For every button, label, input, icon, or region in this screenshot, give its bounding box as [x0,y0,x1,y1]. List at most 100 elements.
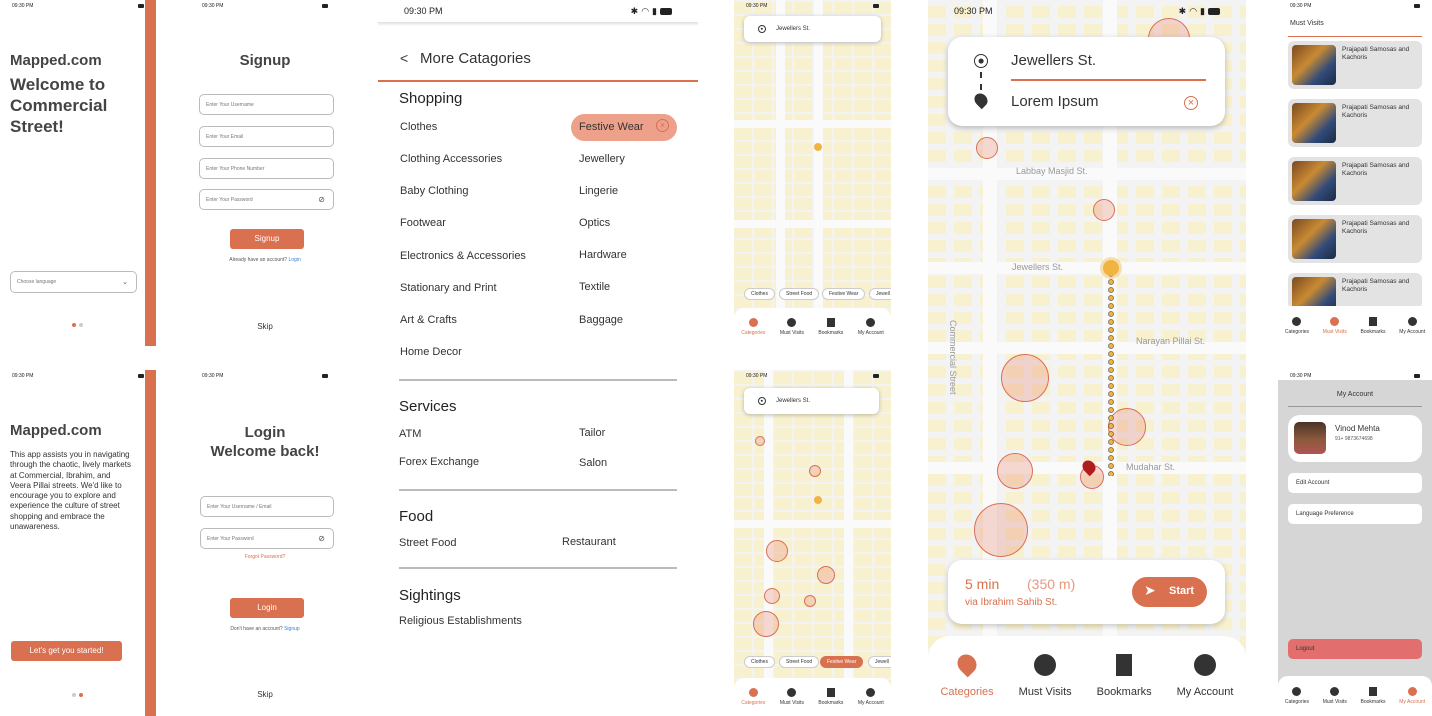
category-atm[interactable]: ATM [399,428,421,440]
map-hotspot[interactable] [804,595,816,607]
nav-must-visits[interactable]: Must Visits [1019,654,1072,698]
language-preference-button[interactable]: Language Preference [1288,504,1422,524]
get-started-button[interactable]: Let's get you started! [11,641,122,661]
chip-street-food[interactable]: Street Food [779,656,820,668]
category-optics[interactable]: Optics [579,217,610,229]
map-hotspot[interactable] [974,503,1028,557]
nav-categories[interactable]: Categories [1285,687,1309,705]
must-visit-card[interactable]: Prajapati Samosas and Kachoris [1288,41,1422,89]
category-clothes[interactable]: Clothes [400,121,437,133]
eye-off-icon[interactable]: ⊘ [318,534,325,543]
forgot-password-link[interactable]: Forgot Password? [190,554,340,560]
map-hotspot[interactable] [817,566,835,584]
chip-festive-wear[interactable]: Festive Wear [822,288,866,300]
close-icon[interactable]: × [1184,96,1198,110]
destination-input[interactable]: Lorem Ipsum [1011,93,1099,110]
password-field[interactable]: Enter Your Password ⊘ [199,189,334,210]
nav-must-visits[interactable]: Must Visits [780,318,804,336]
must-visit-card[interactable]: Prajapati Samosas and Kachoris [1288,215,1422,263]
map-hotspot[interactable] [976,137,998,159]
map-hotspot[interactable] [1001,354,1049,402]
category-electronics[interactable]: Electronics & Accessories [400,250,526,262]
map-hotspot[interactable] [1093,199,1115,221]
login-link[interactable]: Login [288,257,300,263]
nav-my-account[interactable]: My Account [858,318,884,336]
map-marker-icon[interactable] [814,143,822,151]
origin-input[interactable]: Jewellers St. [1011,52,1096,69]
chip-festive-wear-selected[interactable]: Festive Wear [820,656,864,668]
profile-card[interactable]: Vinod Mehta 91+ 9873674698 [1288,415,1422,462]
chip-jewellery[interactable]: Jewell [868,656,891,668]
email-field[interactable]: Enter Your Email [199,126,334,147]
category-baggage[interactable]: Baggage [579,314,623,326]
nav-bookmarks[interactable]: Bookmarks [1361,687,1386,705]
category-textile[interactable]: Textile [579,281,610,293]
search-card[interactable]: Jewellers St. [744,16,881,42]
category-street-food[interactable]: Street Food [399,537,456,549]
category-home-decor[interactable]: Home Decor [400,346,462,358]
chip-jewellery[interactable]: Jewell [869,288,891,300]
category-stationary[interactable]: Stationary and Print [400,282,497,294]
map-marker-icon[interactable] [814,496,822,504]
logout-button[interactable]: Logout [1288,639,1422,659]
category-hardware[interactable]: Hardware [579,249,627,261]
nav-must-visits[interactable]: Must Visits [780,688,804,706]
signup-link[interactable]: Signup [284,626,300,632]
nav-categories[interactable]: Categories [1285,317,1309,335]
category-art-crafts[interactable]: Art & Crafts [400,314,457,326]
language-select[interactable]: Choose language ⌄ [10,271,137,293]
must-visit-card[interactable]: Prajapati Samosas and Kachoris [1288,273,1422,309]
nav-bookmarks[interactable]: Bookmarks [1097,654,1152,698]
edit-account-button[interactable]: Edit Account [1288,473,1422,493]
nav-bookmarks[interactable]: Bookmarks [818,318,843,336]
category-tailor[interactable]: Tailor [579,427,605,439]
username-field[interactable]: Enter Your Username / Email [200,496,334,517]
origin-marker-icon[interactable] [1103,260,1119,276]
chip-street-food[interactable]: Street Food [779,288,820,300]
nav-must-visits[interactable]: Must Visits [1323,317,1347,335]
nav-my-account[interactable]: My Account [1177,654,1233,698]
category-footwear[interactable]: Footwear [400,217,446,229]
must-visit-card[interactable]: Prajapati Samosas and Kachoris [1288,99,1422,147]
nav-bookmarks[interactable]: Bookmarks [1361,317,1386,335]
nav-my-account[interactable]: My Account [1399,687,1425,705]
phone-field[interactable]: Enter Your Phone Number [199,158,334,179]
category-forex[interactable]: Forex Exchange [399,456,479,468]
login-button[interactable]: Login [230,598,304,618]
start-button[interactable]: ➤ Start [1132,577,1207,607]
category-clothing-accessories[interactable]: Clothing Accessories [400,153,502,165]
map-hotspot[interactable] [764,588,780,604]
category-religious[interactable]: Religious Establishments [399,615,522,627]
nav-my-account[interactable]: My Account [858,688,884,706]
map-hotspot[interactable] [755,436,765,446]
map-hotspot[interactable] [753,611,779,637]
username-field[interactable]: Enter Your Username [199,94,334,115]
eye-off-icon[interactable]: ⊘ [318,195,325,204]
map-hotspot[interactable] [809,465,821,477]
category-baby-clothing[interactable]: Baby Clothing [400,185,469,197]
nav-categories[interactable]: Categories [940,650,994,698]
nav-my-account[interactable]: My Account [1399,317,1425,335]
category-restaurant[interactable]: Restaurant [562,536,616,548]
category-salon[interactable]: Salon [579,457,607,469]
nav-categories[interactable]: Categories [741,318,765,336]
chip-clothes[interactable]: Clothes [744,656,775,668]
skip-link[interactable]: Skip [190,322,340,331]
nav-must-visits[interactable]: Must Visits [1323,687,1347,705]
signup-button[interactable]: Signup [230,229,304,249]
close-icon[interactable]: × [656,119,669,132]
category-jewellery[interactable]: Jewellery [579,153,625,165]
back-button[interactable]: < [400,50,408,66]
search-card[interactable]: Jewellers St. [744,388,879,414]
skip-link[interactable]: Skip [190,690,340,699]
profile-phone: 91+ 9873674698 [1335,436,1373,442]
chip-clothes[interactable]: Clothes [744,288,775,300]
nav-categories[interactable]: Categories [741,688,765,706]
map-hotspot[interactable] [997,453,1033,489]
must-visit-card[interactable]: Prajapati Samosas and Kachoris [1288,157,1422,205]
nav-bookmarks[interactable]: Bookmarks [818,688,843,706]
map-hotspot[interactable] [766,540,788,562]
category-lingerie[interactable]: Lingerie [579,185,618,197]
category-festive-wear-selected[interactable]: Festive Wear × [571,114,677,141]
password-field[interactable]: Enter Your Password ⊘ [200,528,334,549]
